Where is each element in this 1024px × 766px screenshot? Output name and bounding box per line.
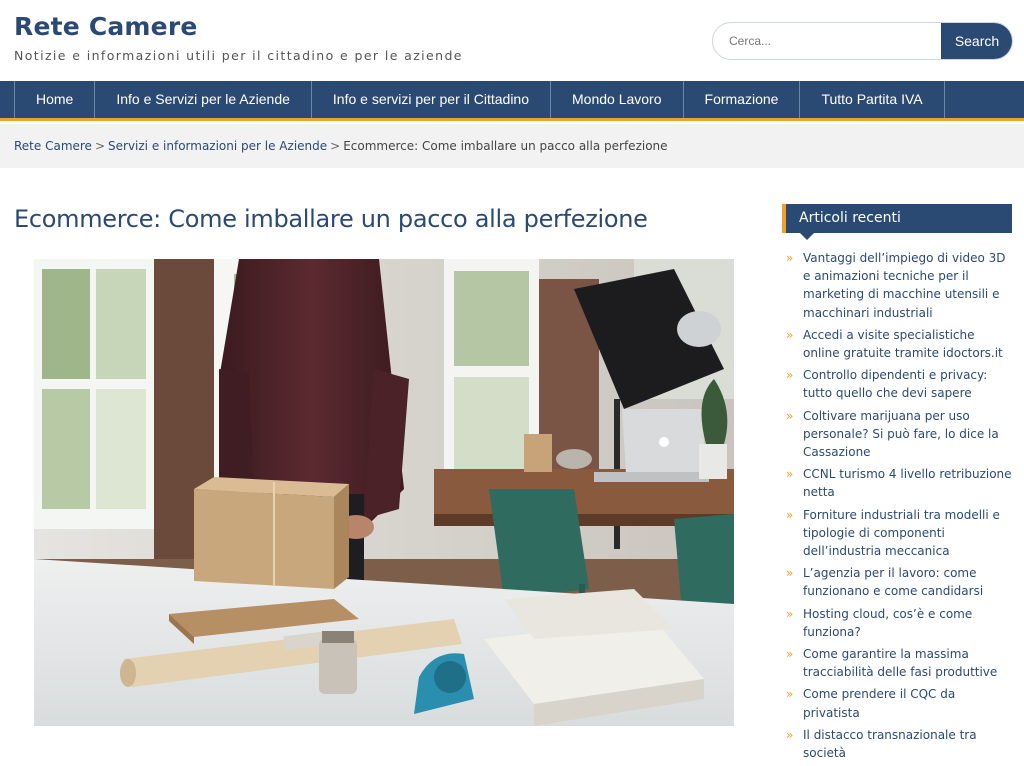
recent-post-link[interactable]: Hosting cloud, cos’è e come funziona? — [803, 607, 972, 639]
search-button[interactable]: Search — [941, 23, 1012, 59]
chevron-right-icon: » — [786, 467, 794, 482]
breadcrumb-separator: > — [330, 139, 341, 153]
recent-post-link[interactable]: Coltivare marijuana per uso personale? S… — [803, 409, 999, 459]
nav-item-aziende[interactable]: Info e Servizi per le Aziende — [95, 81, 312, 118]
recent-post-link[interactable]: Il distacco transnazionale tra società — [803, 728, 977, 760]
site-title[interactable]: Rete Camere — [14, 12, 198, 41]
chevron-right-icon: » — [786, 408, 794, 423]
post-title: Ecommerce: Come imballare un pacco alla … — [14, 205, 648, 233]
chevron-right-icon: » — [786, 507, 794, 522]
breadcrumb: Rete Camere > Servizi e informazioni per l… — [14, 139, 668, 153]
sidebar-notch — [800, 233, 814, 240]
packing-desk-photo — [34, 259, 734, 726]
recent-post-item[interactable]: » Forniture industriali tra modelli e tip… — [786, 506, 1014, 561]
site-tagline: Notizie e informazioni utili per il citt… — [14, 48, 463, 63]
recent-post-item[interactable]: » Come prendere il CQC da privatista — [786, 685, 1014, 721]
recent-post-link[interactable]: Forniture industriali tra modelli e tipo… — [803, 508, 1000, 558]
breadcrumb-separator: > — [94, 139, 106, 153]
main-navigation: Home Info e Servizi per le Aziende Info … — [0, 81, 1024, 121]
chevron-right-icon: » — [786, 251, 794, 265]
recent-post-link[interactable]: Controllo dipendenti e privacy: tutto qu… — [803, 368, 987, 400]
breadcrumb-category-link[interactable]: Servizi e informazioni per le Aziende — [108, 139, 327, 153]
nav-item-home[interactable]: Home — [15, 81, 96, 118]
featured-image — [34, 259, 734, 726]
recent-post-item[interactable]: » Come garantire la massima tracciabilità… — [786, 645, 1014, 681]
recent-post-item[interactable]: » Coltivare marijuana per uso personale? … — [786, 407, 1014, 462]
recent-post-link[interactable]: Come prendere il CQC da privatista — [803, 687, 955, 719]
chevron-right-icon: » — [786, 368, 794, 383]
recent-post-link[interactable]: L’agenzia per il lavoro: come funzionano… — [803, 566, 983, 598]
recent-post-item[interactable]: » CCNL turismo 4 livello retribuzione net… — [786, 465, 1014, 501]
recent-post-item[interactable]: » Hosting cloud, cos’è e come funziona? — [786, 605, 1014, 641]
chevron-right-icon: » — [786, 327, 794, 342]
recent-post-link[interactable]: CCNL turismo 4 livello retribuzione nett… — [803, 467, 1012, 499]
recent-post-item[interactable]: » L’agenzia per il lavoro: come funzionan… — [786, 564, 1014, 600]
nav-item-formazione[interactable]: Formazione — [684, 81, 801, 118]
nav-item-partita-iva[interactable]: Tutto Partita IVA — [800, 81, 945, 118]
nav-item-mondo-lavoro[interactable]: Mondo Lavoro — [551, 81, 684, 118]
recent-post-item[interactable]: » Vantaggi dell’impiego di video 3D e ani… — [786, 249, 1014, 322]
breadcrumb-current: Ecommerce: Come imballare un pacco alla … — [343, 139, 668, 153]
chevron-right-icon: » — [786, 606, 794, 621]
sidebar-widget-header: Articoli recenti — [782, 204, 1012, 240]
recent-post-link[interactable]: Come garantire la massima tracciabilità … — [803, 647, 997, 679]
recent-post-item[interactable]: » Il distacco transnazionale tra società — [786, 726, 1014, 762]
recent-post-item[interactable]: » Controllo dipendenti e privacy: tutto q… — [786, 366, 1014, 402]
recent-post-link[interactable]: Vantaggi dell’impiego di video 3D e anim… — [803, 251, 1006, 320]
breadcrumb-home-link[interactable]: Rete Camere — [14, 139, 92, 153]
search-input[interactable] — [713, 23, 943, 59]
recent-posts-list: » Vantaggi dell’impiego di video 3D e ani… — [786, 249, 1014, 766]
recent-post-link[interactable]: Accedi a visite specialistiche online gr… — [803, 328, 1003, 360]
recent-post-item[interactable]: » Accedi a visite specialistiche online g… — [786, 326, 1014, 362]
chevron-right-icon: » — [786, 687, 794, 702]
breadcrumb-bar: Rete Camere > Servizi e informazioni per l… — [0, 124, 1024, 168]
chevron-right-icon: » — [786, 566, 794, 581]
search-form: Search — [712, 22, 1013, 60]
site-header: Rete Camere Notizie e informazioni utili… — [0, 0, 1024, 81]
chevron-right-icon: » — [786, 727, 794, 742]
sidebar-title: Articoli recenti — [799, 210, 901, 226]
chevron-right-icon: » — [786, 647, 794, 662]
nav-list: Home Info e Servizi per le Aziende Info … — [14, 81, 945, 118]
nav-item-cittadino[interactable]: Info e servizi per per il Cittadino — [312, 81, 551, 118]
